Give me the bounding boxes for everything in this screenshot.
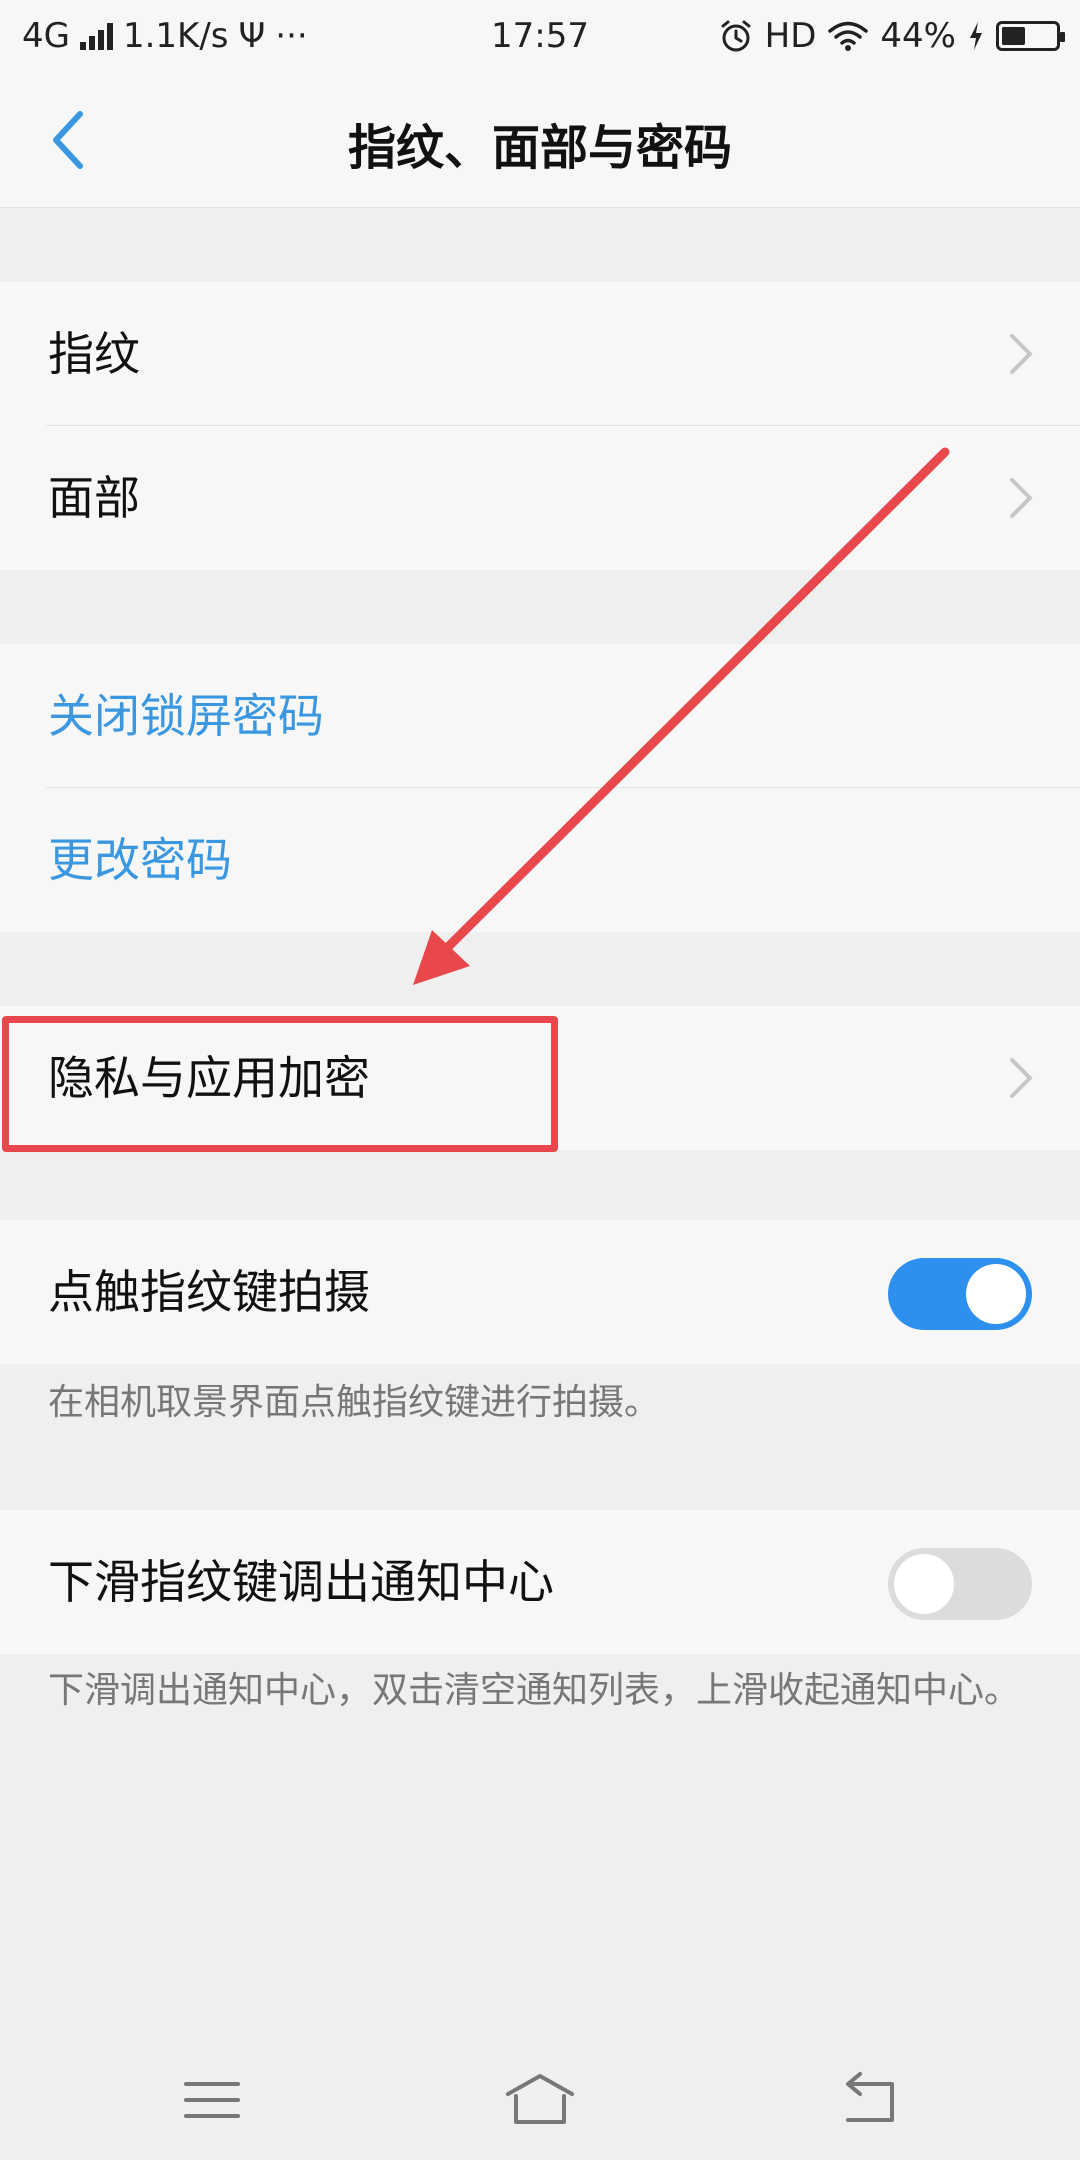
chevron-right-icon [1010,1058,1032,1098]
usb-icon: Ψ [238,16,266,56]
swipe-notify-description: 下滑调出通知中心，双击清空通知列表，上滑收起通知中心。 [48,1670,1021,1711]
network-speed: 1.1K/s [122,16,229,56]
wifi-icon [828,21,869,51]
chevron-right-icon [1010,478,1032,518]
toggle-knob [894,1554,954,1614]
fingerprint-row[interactable]: 指纹 [0,282,1080,426]
menu-icon[interactable] [172,2070,252,2130]
swipe-notify-row: 下滑指纹键调出通知中心 [0,1510,1080,1654]
app-header: 指纹、面部与密码 [0,72,1080,208]
status-right: HD 44% [719,16,1065,56]
change-password-row[interactable]: 更改密码 [0,788,1080,932]
page-title: 指纹、面部与密码 [347,120,732,176]
hd-badge: HD [764,16,817,56]
swipe-notify-label: 下滑指纹键调出通知中心 [48,1555,554,1609]
status-left: 4G 1.1K/s Ψ ··· [22,16,308,56]
touch-capture-label: 点触指纹键拍摄 [48,1265,370,1319]
toggle-knob [966,1264,1026,1324]
fingerprint-label: 指纹 [48,327,140,381]
alarm-icon [721,20,751,52]
touch-capture-row: 点触指纹键拍摄 [0,1220,1080,1364]
touch-capture-group: 点触指纹键拍摄 [0,1220,1080,1364]
annotation-highlight-box [2,1016,558,1152]
home-icon[interactable] [500,2070,580,2130]
network-type: 4G [22,16,70,56]
status-bar: 4G 1.1K/s Ψ ··· 17:57 HD 44% [0,0,1080,72]
more-icon: ··· [275,16,308,56]
chevron-right-icon [1010,334,1032,374]
swipe-notify-toggle[interactable] [888,1548,1032,1620]
face-row[interactable]: 面部 [0,426,1080,570]
change-password-label: 更改密码 [48,833,232,887]
charging-icon [970,22,982,50]
battery-icon [996,21,1065,51]
disable-lock-password-label: 关闭锁屏密码 [48,689,324,743]
navigation-bar [0,2040,1080,2160]
touch-capture-description: 在相机取景界面点触指纹键进行拍摄。 [48,1382,661,1423]
battery-fill [1002,27,1025,45]
biometrics-group: 指纹 面部 [0,282,1080,570]
settings-page: 4G 1.1K/s Ψ ··· 17:57 HD 44% 指纹、面部与密码 指纹… [0,0,1080,2160]
battery-percent: 44% [880,16,956,56]
face-label: 面部 [48,471,140,525]
back-icon[interactable] [828,2070,908,2130]
touch-capture-toggle[interactable] [888,1258,1032,1330]
swipe-notify-group: 下滑指纹键调出通知中心 [0,1510,1080,1654]
signal-icon [79,22,113,50]
disable-lock-password-row[interactable]: 关闭锁屏密码 [0,644,1080,788]
password-group: 关闭锁屏密码 更改密码 [0,644,1080,932]
